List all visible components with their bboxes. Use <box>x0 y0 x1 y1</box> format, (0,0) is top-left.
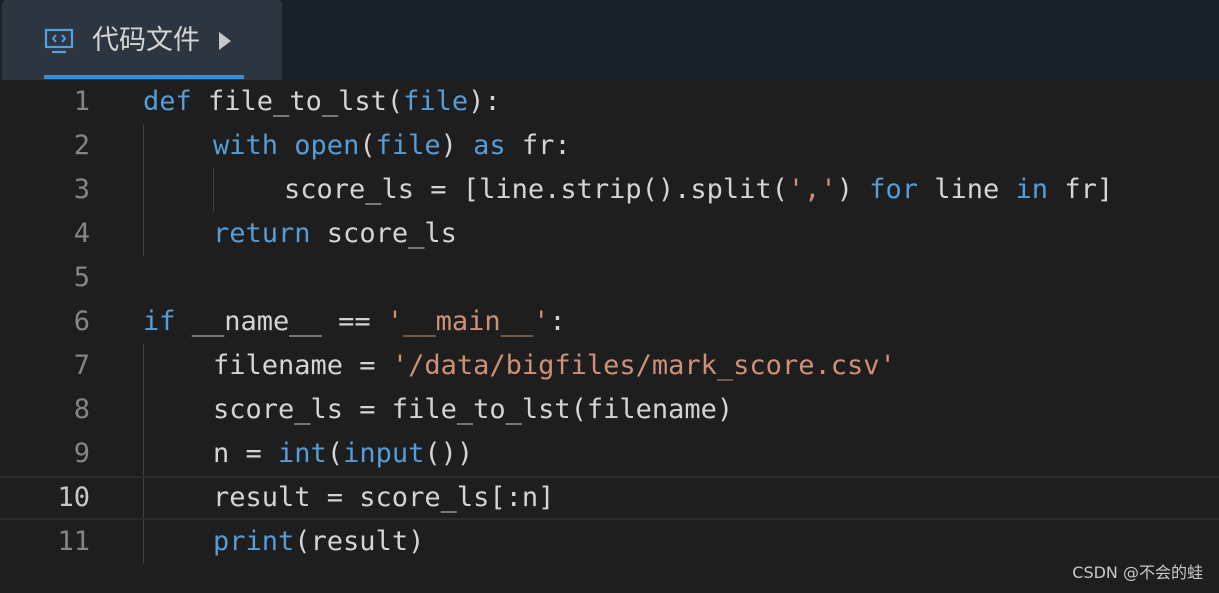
line-number: 8 <box>73 394 90 425</box>
code-text: print(result) <box>213 526 425 557</box>
code-line: 8 score_ls = file_to_lst(filename) <box>0 388 1219 432</box>
code-text: result = score_ls[:n] <box>213 482 555 513</box>
active-tab-indicator <box>44 75 244 79</box>
line-number: 3 <box>73 174 90 205</box>
code-text: filename = '/data/bigfiles/mark_score.cs… <box>213 350 896 381</box>
line-number: 7 <box>73 350 90 381</box>
code-line: 3 score_ls = [line.strip().split(',') fo… <box>0 168 1219 212</box>
code-editor[interactable]: 1 def file_to_lst(file): 2 with open(fil… <box>0 80 1219 593</box>
line-number: 4 <box>73 218 90 249</box>
code-line: 6 if __name__ == '__main__': <box>0 300 1219 344</box>
play-arrow-icon[interactable] <box>219 32 231 50</box>
tab-code-file[interactable]: 代码文件 <box>2 0 282 80</box>
code-line: 4 return score_ls <box>0 212 1219 256</box>
watermark: CSDN @不会的蛙 <box>1072 563 1203 582</box>
code-line: 9 n = int(input()) <box>0 432 1219 476</box>
code-line: 1 def file_to_lst(file): <box>0 80 1219 124</box>
code-text: def file_to_lst(file): <box>143 86 501 117</box>
line-number: 2 <box>73 130 90 161</box>
code-line: 5 <box>0 256 1219 300</box>
code-line: 7 filename = '/data/bigfiles/mark_score.… <box>0 344 1219 388</box>
line-number: 5 <box>73 262 90 293</box>
line-number: 9 <box>73 438 90 469</box>
current-line: 10 result = score_ls[:n] <box>0 476 1219 520</box>
code-text: score_ls = [line.strip().split(',') for … <box>284 174 1114 205</box>
code-line: 11 print(result) <box>0 520 1219 564</box>
tab-bar: 代码文件 <box>0 0 1219 80</box>
code-viewer: 代码文件 1 def file_to_lst(file): 2 with ope… <box>0 0 1219 593</box>
code-text: n = int(input()) <box>213 438 474 469</box>
code-file-icon <box>44 28 74 54</box>
line-number: 6 <box>73 306 90 337</box>
code-text: score_ls = file_to_lst(filename) <box>213 394 734 425</box>
code-text: return score_ls <box>213 218 457 249</box>
line-number: 11 <box>57 526 90 557</box>
tab-label: 代码文件 <box>92 25 200 56</box>
code-text: if __name__ == '__main__': <box>143 306 566 337</box>
line-number: 10 <box>57 482 90 513</box>
code-text: with open(file) as fr: <box>213 130 571 161</box>
code-line: 2 with open(file) as fr: <box>0 124 1219 168</box>
line-number: 1 <box>73 86 90 117</box>
